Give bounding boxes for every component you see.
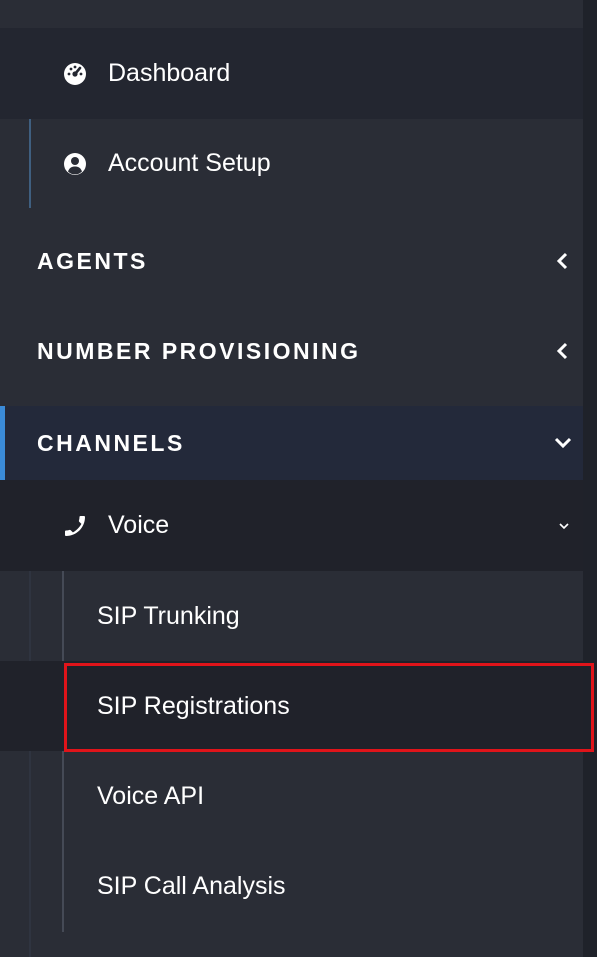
chevron-down-icon	[559, 522, 569, 529]
sidebar-section-channels-label: CHANNELS	[37, 429, 185, 456]
content-edge	[583, 0, 597, 957]
gauge-icon	[62, 61, 88, 87]
sidebar-subitem-voice-api-label: Voice API	[97, 781, 205, 810]
highlight-box	[64, 663, 594, 752]
sidebar-subitem-sip-trunking[interactable]: SIP Trunking	[0, 571, 583, 661]
sidebar-subitem-voice-api[interactable]: Voice API	[0, 751, 583, 841]
chevron-down-icon	[554, 437, 572, 449]
sidebar-item-dashboard[interactable]: Dashboard	[0, 28, 583, 119]
chevron-left-icon	[556, 342, 568, 360]
sidebar-section-agents[interactable]: AGENTS	[0, 216, 583, 306]
sidebar-subitem-sip-call-analysis-label: SIP Call Analysis	[97, 871, 286, 900]
sidebar: Dashboard Account Setup AGENTS NUMBER PR…	[0, 0, 583, 957]
user-circle-icon	[62, 151, 88, 177]
phone-icon	[62, 513, 88, 539]
sidebar-section-number-provisioning[interactable]: NUMBER PROVISIONING	[0, 306, 583, 396]
sidebar-item-dashboard-label: Dashboard	[108, 59, 231, 87]
sidebar-subitem-sip-trunking-label: SIP Trunking	[97, 601, 240, 630]
sidebar-subitem-sip-call-analysis[interactable]: SIP Call Analysis	[0, 841, 583, 931]
sidebar-item-account-setup-label: Account Setup	[108, 149, 271, 177]
chevron-left-icon	[556, 252, 568, 270]
sidebar-item-voice[interactable]: Voice	[0, 480, 583, 571]
sidebar-section-agents-label: AGENTS	[37, 247, 148, 274]
sidebar-item-voice-label: Voice	[108, 511, 170, 539]
active-section-indicator	[0, 406, 5, 480]
sidebar-section-channels[interactable]: CHANNELS	[0, 406, 583, 480]
sidebar-item-account-setup[interactable]: Account Setup	[0, 119, 583, 208]
sidebar-section-number-provisioning-label: NUMBER PROVISIONING	[37, 337, 361, 364]
